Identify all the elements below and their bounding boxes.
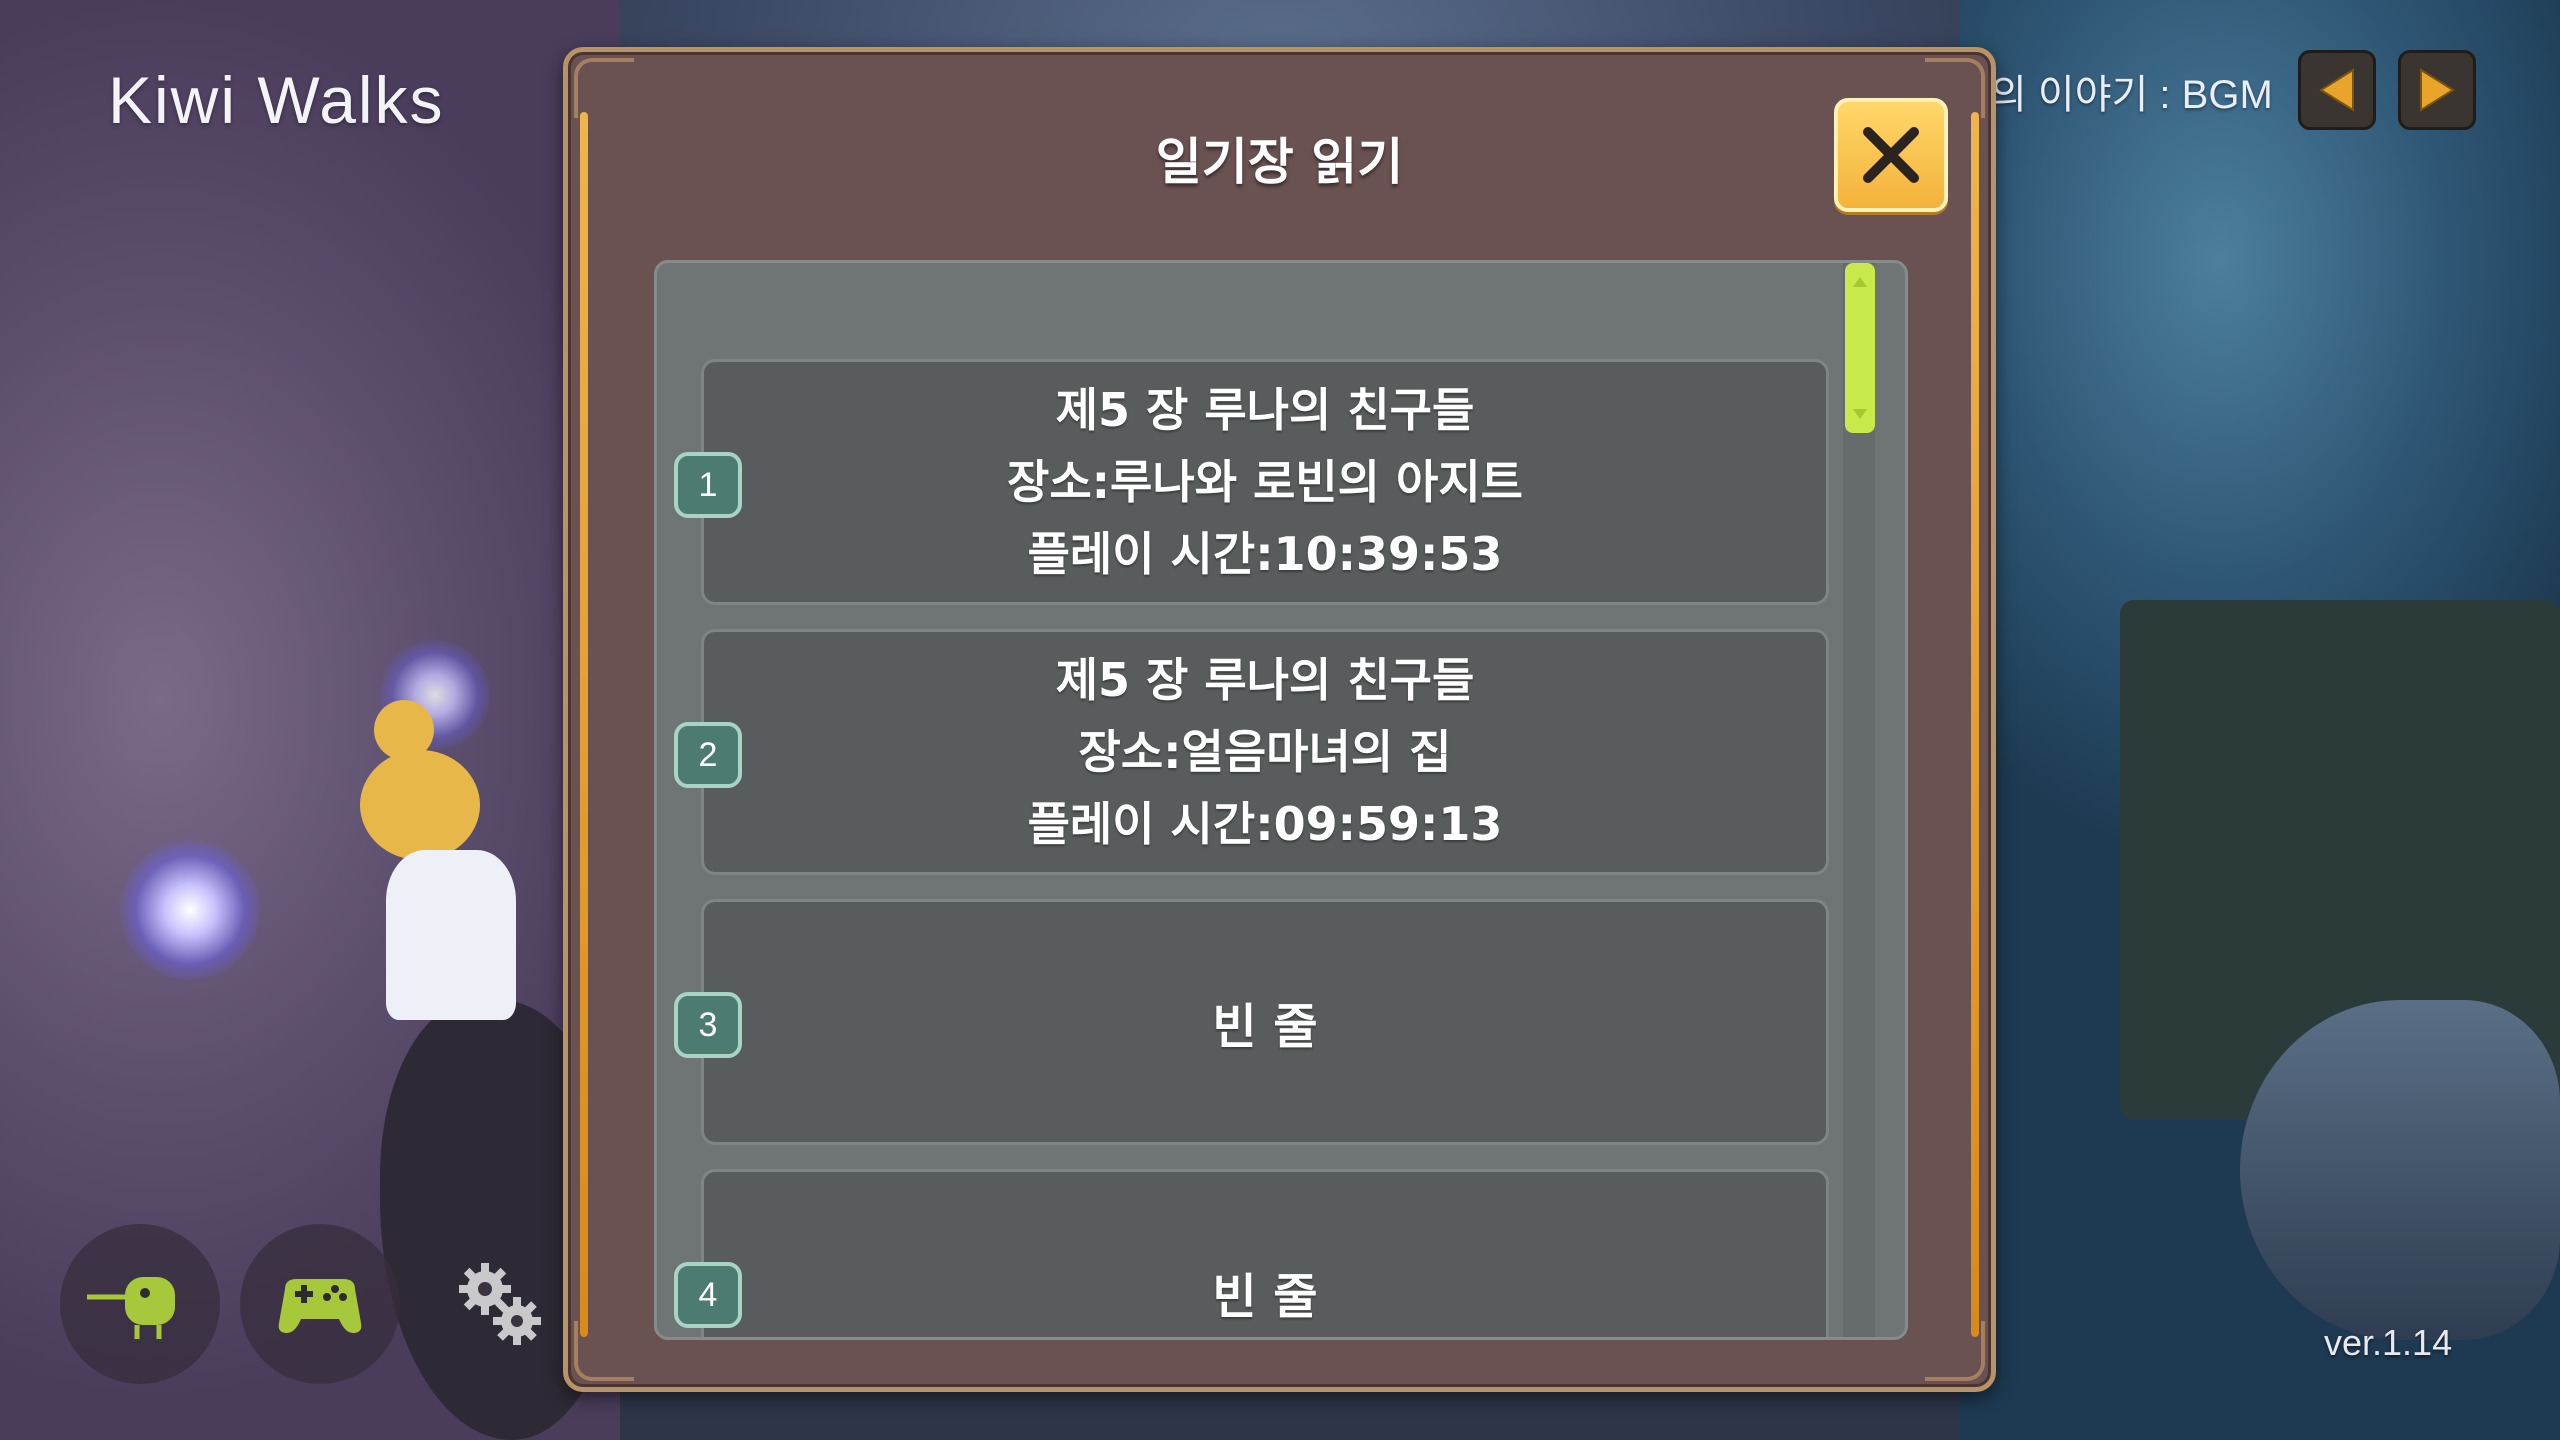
save-slot-list[interactable]: 1 제5 장 루나의 친구들 장소:루나와 로빈의 아지트 플레이 시간:10:… bbox=[654, 260, 1908, 1340]
close-x-icon bbox=[1863, 127, 1919, 183]
light-orb bbox=[120, 840, 260, 980]
diary-load-dialog: 일기장 읽기 1 제5 장 루나의 친구들 장소:루나와 로빈의 아지트 플레이… bbox=[563, 47, 1996, 1392]
gears-icon bbox=[459, 1263, 541, 1345]
slot-location: 장소:루나와 로빈의 아지트 bbox=[1007, 455, 1523, 509]
dialog-left-rail bbox=[580, 112, 588, 1337]
triangle-left-icon bbox=[2319, 68, 2354, 112]
slot-chapter: 제5 장 루나의 친구들 bbox=[1055, 653, 1475, 707]
character-hair bbox=[360, 750, 480, 860]
kiwi-bird-icon bbox=[87, 1277, 175, 1339]
save-slot-2[interactable]: 2 제5 장 루나의 친구들 장소:얼음마녀의 집 플레이 시간:09:59:1… bbox=[674, 629, 1829, 875]
frame-corner-ornament bbox=[574, 58, 634, 118]
close-button[interactable] bbox=[1834, 98, 1948, 212]
save-slot-3[interactable]: 3 빈 줄 bbox=[674, 899, 1829, 1145]
settings-button[interactable] bbox=[420, 1224, 580, 1384]
bgm-next-button[interactable] bbox=[2398, 50, 2476, 130]
slot-number-badge: 2 bbox=[674, 722, 742, 788]
slot-empty-label: 빈 줄 bbox=[1212, 999, 1318, 1055]
frame-corner-ornament bbox=[574, 1321, 634, 1381]
save-slot-4[interactable]: 4 빈 줄 bbox=[674, 1169, 1829, 1337]
kiwi-menu-button[interactable] bbox=[60, 1224, 220, 1384]
triangle-right-icon bbox=[2420, 68, 2455, 112]
slot-location: 장소:얼음마녀의 집 bbox=[1078, 725, 1452, 779]
scrollbar-track[interactable] bbox=[1843, 263, 1875, 1337]
slot-playtime: 플레이 시간:09:59:13 bbox=[1027, 797, 1503, 851]
save-slot-1[interactable]: 1 제5 장 루나의 친구들 장소:루나와 로빈의 아지트 플레이 시간:10:… bbox=[674, 359, 1829, 605]
scrollbar-thumb[interactable] bbox=[1845, 263, 1875, 433]
game-services-button[interactable] bbox=[240, 1224, 400, 1384]
dialog-title: 일기장 읽기 bbox=[1155, 133, 1404, 191]
slot-chapter: 제5 장 루나의 친구들 bbox=[1055, 383, 1475, 437]
bgm-prev-button[interactable] bbox=[2298, 50, 2376, 130]
gamepad-icon bbox=[278, 1279, 362, 1333]
cannon bbox=[2240, 1000, 2560, 1340]
game-logo: Kiwi Walks bbox=[108, 63, 445, 137]
scroll-down-arrow-icon bbox=[1853, 409, 1867, 419]
slot-number-badge: 3 bbox=[674, 992, 742, 1058]
slot-number-badge: 1 bbox=[674, 452, 742, 518]
character-dress bbox=[386, 850, 516, 1020]
frame-corner-ornament bbox=[1925, 1321, 1985, 1381]
slot-number-badge: 4 bbox=[674, 1262, 742, 1328]
dialog-right-rail bbox=[1971, 112, 1979, 1337]
bgm-title-label: 의 이야기 : BGM bbox=[1990, 73, 2273, 117]
version-label: ver.1.14 bbox=[2324, 1322, 2453, 1363]
slot-empty-label: 빈 줄 bbox=[1212, 1269, 1318, 1325]
scroll-up-arrow-icon bbox=[1853, 277, 1867, 287]
slot-playtime: 플레이 시간:10:39:53 bbox=[1027, 527, 1503, 581]
